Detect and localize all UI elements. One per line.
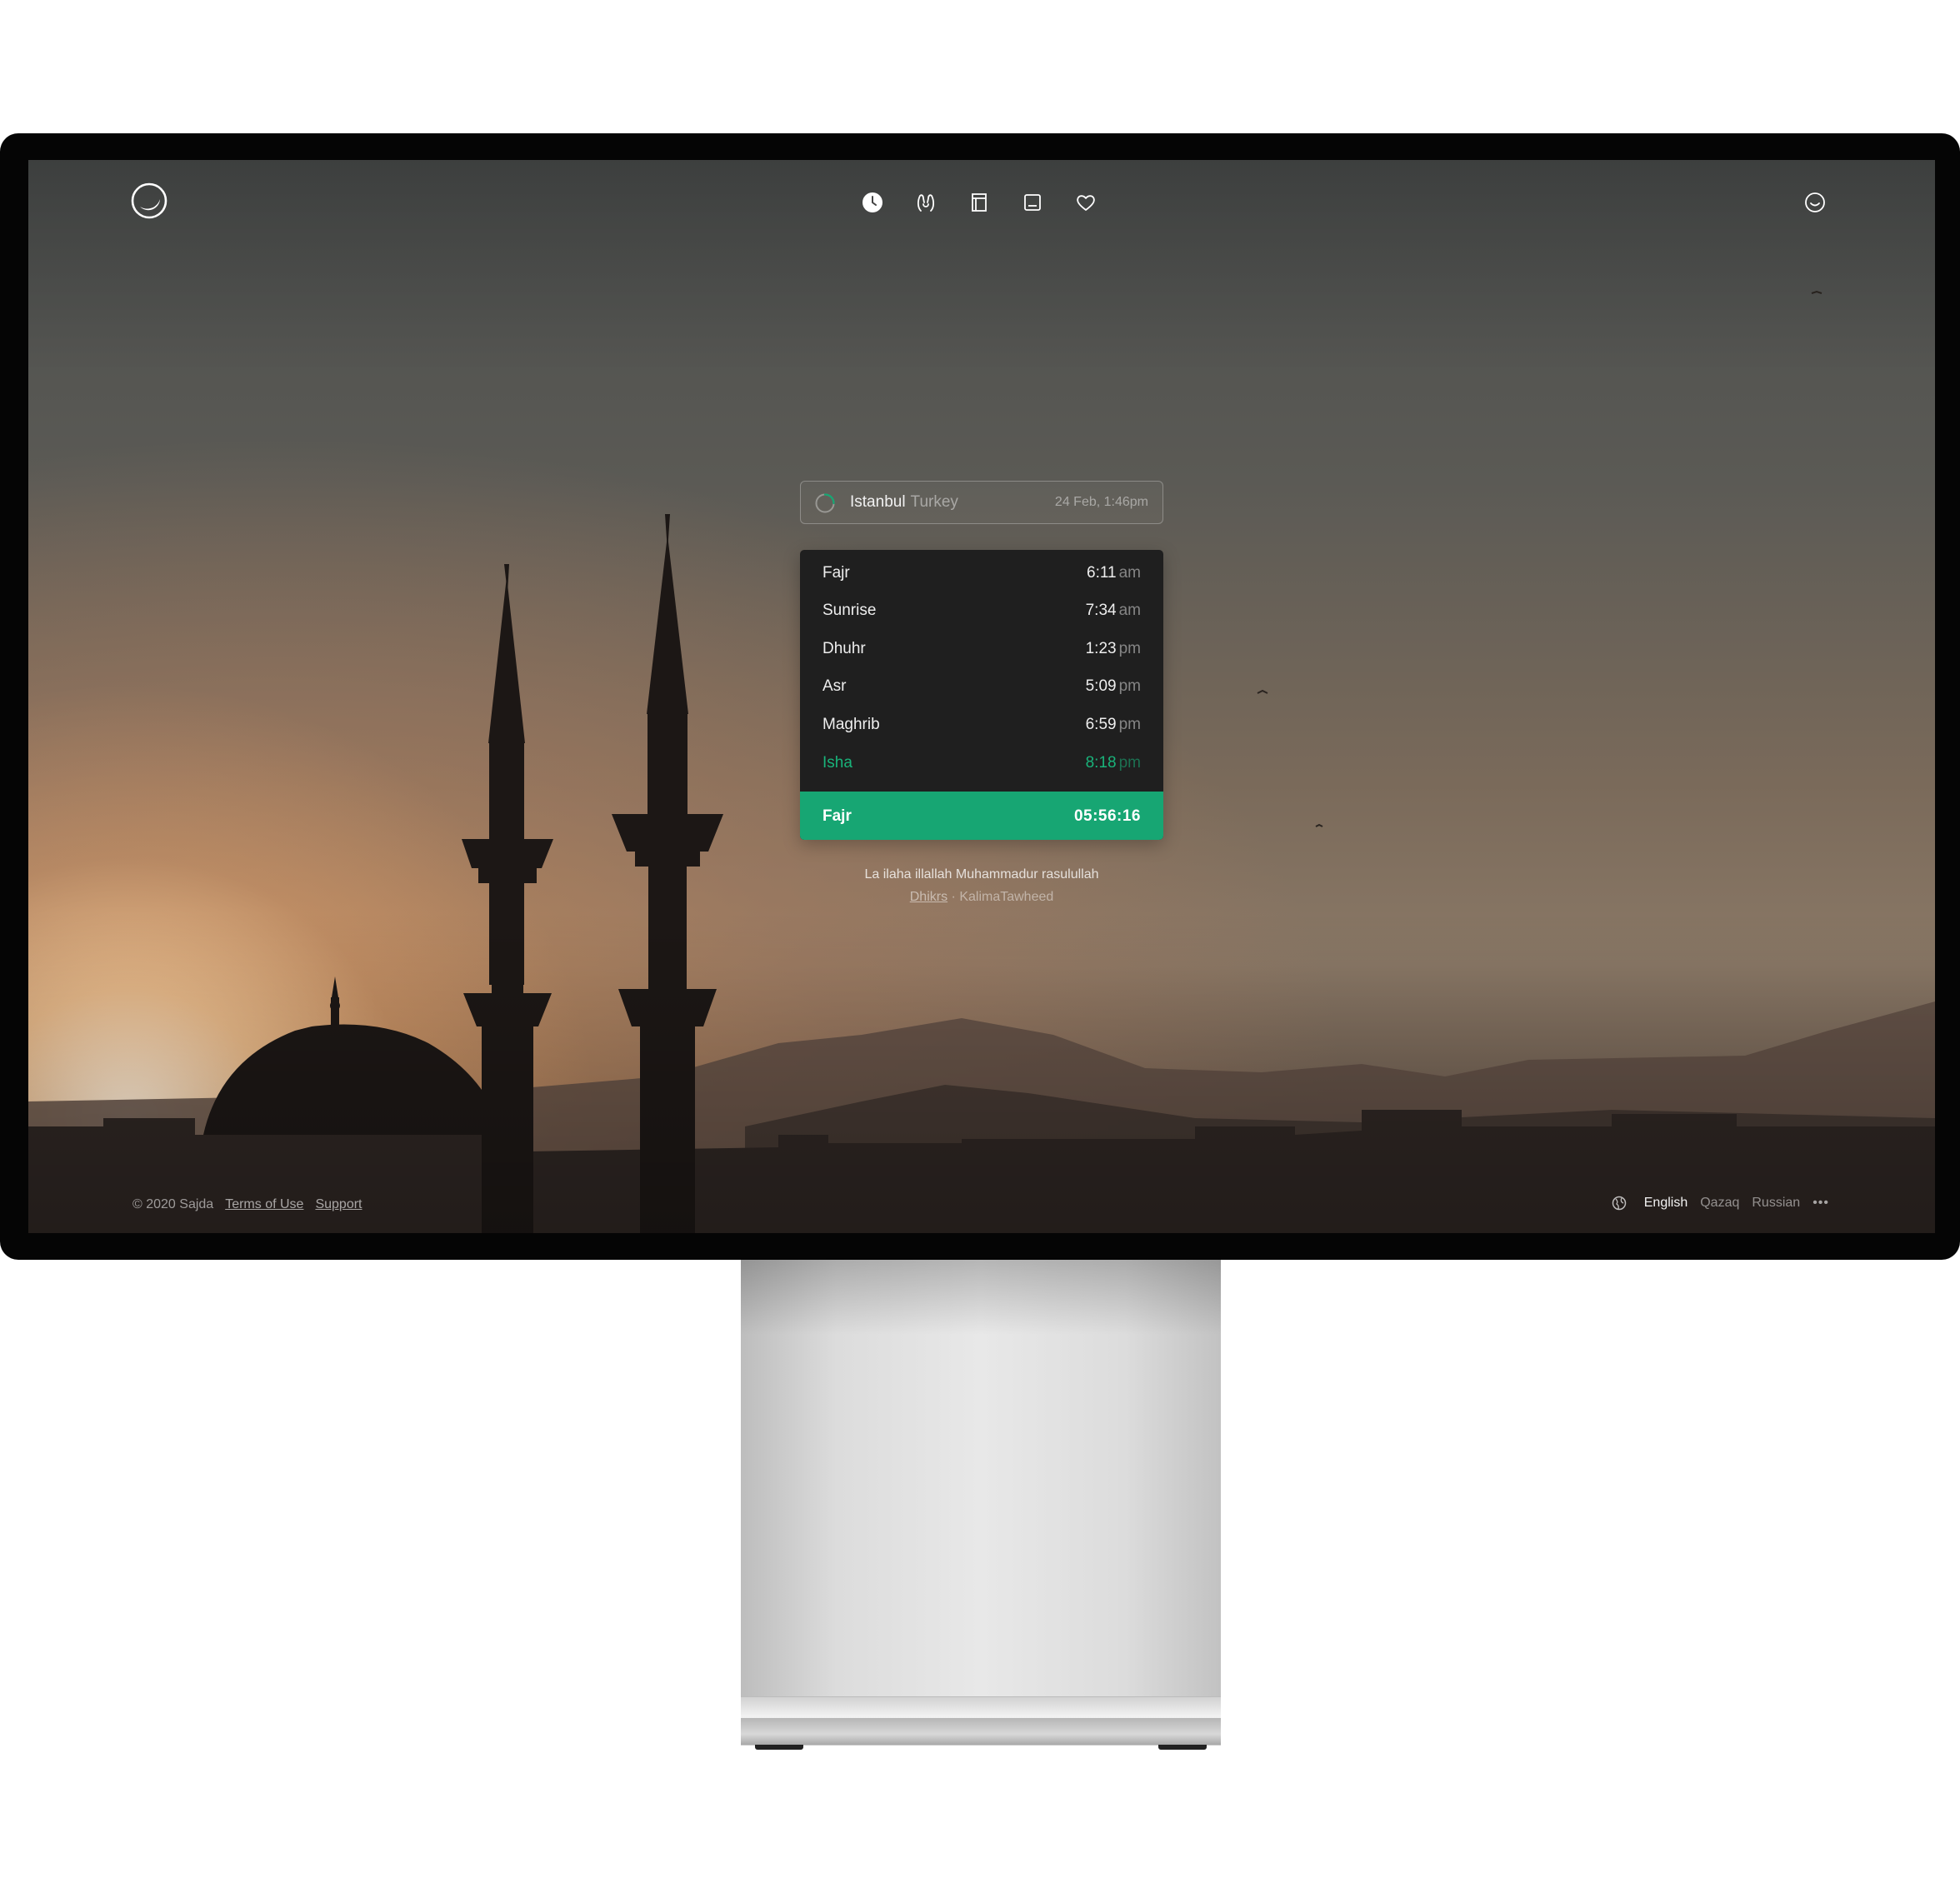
copyright: © 2020 Sajda	[132, 1197, 214, 1211]
support-link[interactable]: Support	[315, 1197, 362, 1212]
dhikr-meta: Dhikrs · KalimaTawheed	[800, 890, 1163, 905]
prayer-row-isha: Isha 8:18 pm	[800, 744, 1163, 781]
prayer-name: Isha	[822, 754, 852, 772]
lang-english[interactable]: English	[1644, 1196, 1688, 1211]
prayer-name: Dhuhr	[822, 640, 866, 657]
nav-prayer-times[interactable]	[858, 188, 886, 216]
prayer-time: 1:23	[1085, 640, 1117, 657]
language-switcher: English Qazaq Russian •••	[1612, 1196, 1829, 1211]
stand-pad	[755, 1745, 803, 1750]
prayer-name: Fajr	[822, 564, 850, 582]
next-prayer-countdown[interactable]: Fajr 05:56:16	[800, 792, 1163, 840]
nav-quran[interactable]	[965, 188, 992, 216]
screen: Istanbul Turkey 24 Feb, 1:46pm Fajr 6:11 a…	[28, 160, 1935, 1233]
sajda-logo-icon[interactable]	[130, 182, 168, 220]
prayer-times-panel: Fajr 6:11 am Sunrise 7:34 am Dhuhr 1:23 pm …	[800, 550, 1163, 840]
location-city: Istanbul Turkey	[850, 493, 958, 511]
prayer-ampm: am	[1118, 602, 1141, 619]
prayer-row-dhuhr: Dhuhr 1:23 pm	[800, 630, 1163, 667]
lang-russian[interactable]: Russian	[1752, 1196, 1800, 1211]
nav-dhikr[interactable]	[912, 188, 939, 216]
next-prayer-name: Fajr	[822, 807, 852, 825]
stand-foot-edge	[741, 1718, 1221, 1745]
prayer-time: 6:59	[1085, 716, 1117, 733]
prayer-row-fajr: Fajr 6:11 am	[800, 554, 1163, 591]
prayer-row-sunrise: Sunrise 7:34 am	[800, 592, 1163, 628]
prayer-ampm: pm	[1118, 754, 1141, 772]
prayer-name: Sunrise	[822, 602, 877, 619]
terms-link[interactable]: Terms of Use	[225, 1197, 303, 1212]
prayer-ampm: pm	[1118, 677, 1141, 695]
prayer-name: Maghrib	[822, 716, 880, 733]
dhikr-text: La ilaha illallah Muhammadur rasulullah	[864, 867, 1099, 882]
dhikr-separator: ·	[951, 890, 956, 904]
prayer-time: 5:09	[1085, 677, 1117, 695]
prayer-time: 6:11	[1087, 564, 1117, 582]
hands-icon	[917, 193, 934, 212]
loading-spinner-icon	[815, 493, 835, 513]
main-nav	[858, 188, 1099, 217]
prayer-ampm: pm	[1118, 640, 1141, 657]
globe-icon	[1612, 1196, 1626, 1211]
nav-calendar[interactable]	[1018, 188, 1046, 216]
heart-icon	[1076, 194, 1095, 211]
lang-qazaq[interactable]: Qazaq	[1700, 1196, 1739, 1211]
footer-links: © 2020 Sajda Terms of Use Support	[132, 1197, 362, 1212]
location-datetime: 24 Feb, 1:46pm	[1054, 495, 1148, 509]
prayer-ampm: am	[1118, 564, 1141, 582]
location-selector[interactable]: Istanbul Turkey 24 Feb, 1:46pm	[800, 481, 1163, 524]
prayer-row-asr: Asr 5:09 pm	[800, 667, 1163, 704]
prayer-time: 7:34	[1085, 602, 1117, 619]
clock-icon	[862, 192, 882, 212]
stand-pad	[1158, 1745, 1207, 1750]
location-country: Turkey	[910, 493, 958, 511]
prayer-row-maghrib: Maghrib 6:59 pm	[800, 706, 1163, 742]
stand-shadow	[741, 1260, 1221, 1335]
prayer-name: Asr	[822, 677, 847, 695]
prayer-ampm: pm	[1118, 716, 1141, 733]
calendar-icon	[1023, 193, 1041, 211]
book-icon	[971, 192, 987, 212]
nav-favorites[interactable]	[1072, 188, 1099, 216]
profile-icon[interactable]	[1803, 191, 1827, 214]
countdown-timer: 05:56:16	[1073, 807, 1141, 825]
dhikr-category-link[interactable]: Dhikrs	[910, 890, 948, 904]
prayer-time: 8:18	[1085, 754, 1117, 772]
dhikr-name: KalimaTawheed	[959, 890, 1054, 904]
more-languages-button[interactable]: •••	[1812, 1196, 1829, 1211]
